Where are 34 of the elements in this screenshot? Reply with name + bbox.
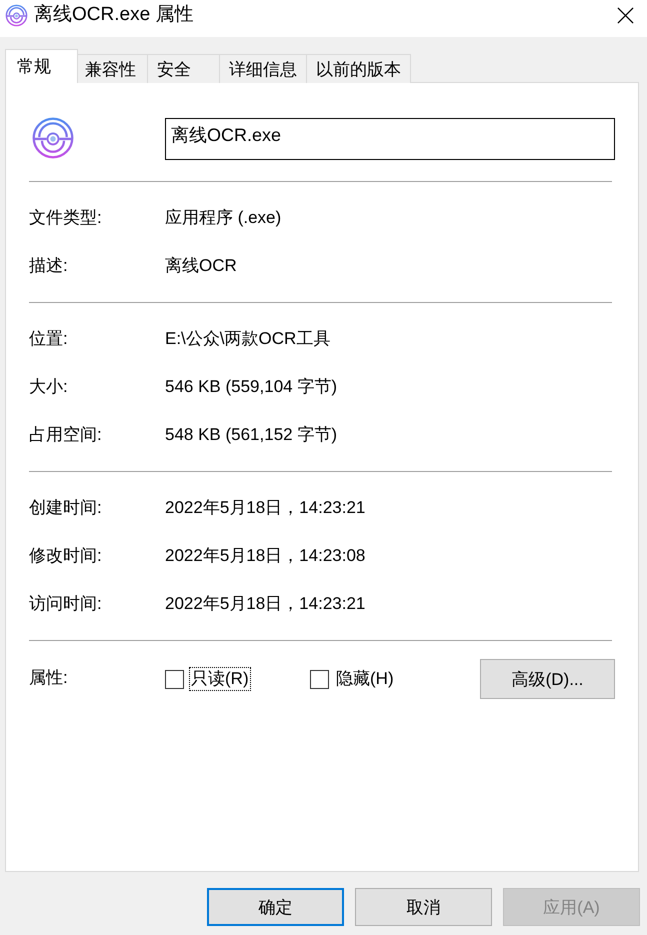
dialog-button[interactable]: 取消 — [355, 888, 492, 926]
tab[interactable]: 以前的版本 — [306, 54, 411, 83]
dialog-button[interactable]: 确定 — [207, 888, 344, 926]
checkbox-label[interactable]: 隐藏(H) — [334, 667, 396, 691]
field-value: 离线OCR — [165, 255, 237, 277]
tab[interactable]: 详细信息 — [219, 54, 307, 83]
field-label: 属性: — [29, 666, 69, 688]
field-value: 548 KB (561,152 字节) — [165, 424, 337, 446]
field-value: 应用程序 (.exe) — [165, 207, 282, 229]
field-label: 修改时间: — [29, 545, 102, 567]
field-label: 占用空间: — [29, 424, 102, 446]
eye-icon — [31, 116, 75, 160]
tab[interactable]: 兼容性 — [75, 54, 148, 83]
field-value: 2022年5月18日，14:23:21 — [165, 593, 366, 615]
field-value: 2022年5月18日，14:23:08 — [165, 545, 366, 567]
field-value: E:\公众\两款OCR工具 — [165, 328, 330, 350]
tab[interactable]: 安全 — [147, 54, 220, 83]
checkbox[interactable] — [165, 670, 184, 688]
checkbox[interactable] — [310, 670, 329, 688]
field-label: 描述: — [29, 255, 68, 277]
field-label: 位置: — [29, 328, 68, 350]
eye-icon — [5, 4, 28, 27]
field-label: 访问时间: — [29, 593, 102, 615]
advanced-button[interactable]: 高级(D)... — [480, 659, 615, 699]
tab[interactable]: 常规 — [5, 49, 78, 83]
checkbox-label[interactable]: 只读(R) — [189, 667, 251, 691]
field-label: 大小: — [29, 376, 68, 398]
field-value: 546 KB (559,104 字节) — [165, 376, 337, 398]
field-value: 2022年5月18日，14:23:21 — [165, 497, 366, 519]
field-label: 文件类型: — [29, 207, 102, 229]
window-title: 离线OCR.exe 属性 — [34, 3, 194, 27]
field-label: 创建时间: — [29, 497, 102, 519]
file-name-field[interactable]: 离线OCR.exe — [165, 118, 615, 160]
close-icon[interactable] — [617, 7, 634, 24]
